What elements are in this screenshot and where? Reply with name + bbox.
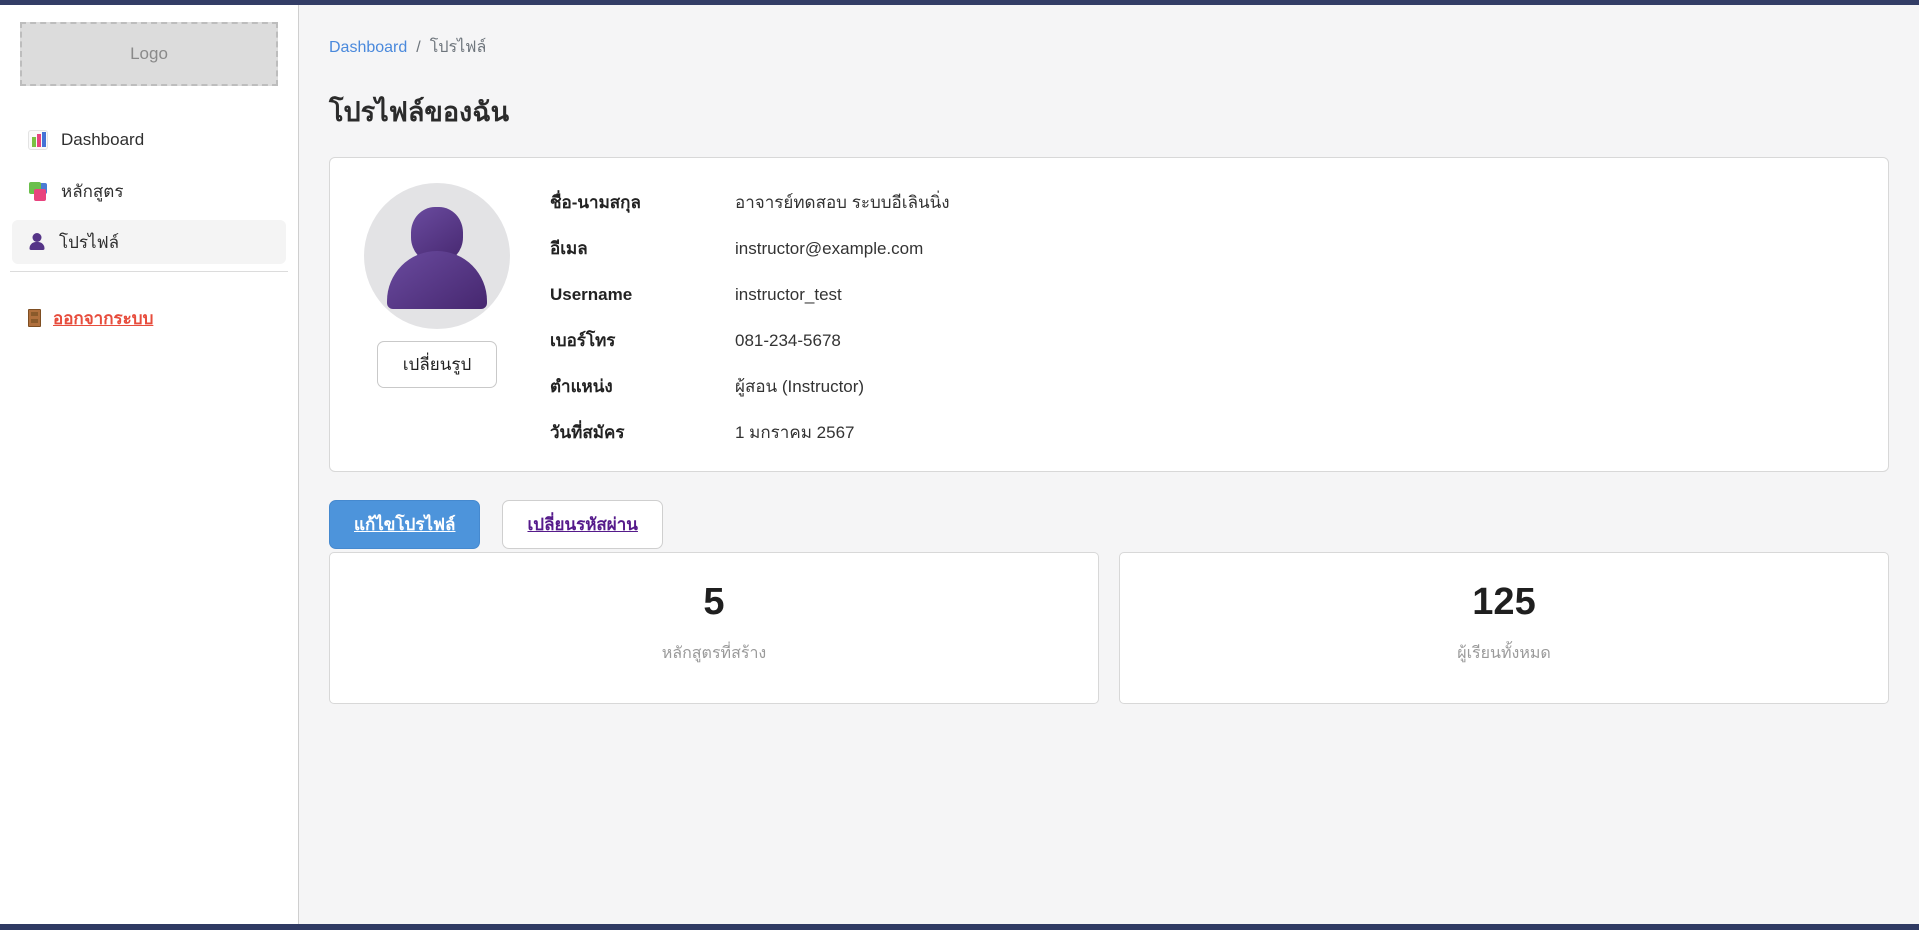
stat-value: 125 [1120, 581, 1888, 624]
person-icon [28, 233, 46, 251]
sidebar-nav: Dashboard หลักสูตร โปรไฟล์ [12, 118, 286, 264]
change-password-button[interactable]: เปลี่ยนรหัสผ่าน [502, 500, 662, 549]
field-value: instructor@example.com [735, 239, 923, 259]
profile-card: เปลี่ยนรูป ชื่อ-นามสกุล อาจารย์ทดสอบ ระบ… [329, 157, 1889, 472]
field-value: อาจารย์ทดสอบ ระบบอีเลินนิ่ง [735, 193, 950, 213]
sidebar-item-courses[interactable]: หลักสูตร [12, 169, 286, 213]
door-icon [28, 309, 41, 327]
field-row-name: ชื่อ-นามสกุล อาจารย์ทดสอบ ระบบอีเลินนิ่ง [550, 193, 1858, 213]
field-value: 081-234-5678 [735, 331, 841, 351]
sidebar-item-label: โปรไฟล์ [59, 229, 119, 256]
field-row-email: อีเมล instructor@example.com [550, 239, 1858, 259]
main-content: Dashboard / โปรไฟล์ โปรไฟล์ของฉัน เปลี่ย… [299, 5, 1919, 924]
stat-label: ผู้เรียนทั้งหมด [1120, 641, 1888, 666]
field-value: instructor_test [735, 285, 842, 305]
breadcrumb-dashboard-link[interactable]: Dashboard [329, 39, 407, 57]
field-label: วันที่สมัคร [550, 423, 735, 443]
logout-link[interactable]: ออกจากระบบ [12, 298, 286, 338]
logo-placeholder: Logo [20, 22, 278, 86]
stat-card-total-learners: 125 ผู้เรียนทั้งหมด [1119, 552, 1889, 704]
courses-icon [28, 181, 48, 201]
field-row-phone: เบอร์โทร 081-234-5678 [550, 331, 1858, 351]
stat-label: หลักสูตรที่สร้าง [330, 641, 1098, 666]
sidebar-item-dashboard[interactable]: Dashboard [12, 118, 286, 162]
logo-text: Logo [130, 44, 168, 64]
breadcrumb-separator: / [416, 39, 420, 57]
avatar-column: เปลี่ยนรูป [352, 183, 522, 443]
logout-label: ออกจากระบบ [53, 305, 153, 332]
bottom-accent-bar [0, 924, 1919, 930]
profile-fields: ชื่อ-นามสกุล อาจารย์ทดสอบ ระบบอีเลินนิ่ง… [550, 183, 1858, 443]
breadcrumb: Dashboard / โปรไฟล์ [329, 35, 1889, 60]
edit-profile-button[interactable]: แก้ไขโปรไฟล์ [329, 500, 480, 549]
field-label: ตำแหน่ง [550, 377, 735, 397]
sidebar: Logo Dashboard หลักสูตร โปรไฟล์ ออกจากระ… [0, 5, 299, 924]
field-label: Username [550, 285, 735, 305]
page-layout: Logo Dashboard หลักสูตร โปรไฟล์ ออกจากระ… [0, 5, 1919, 924]
page-title: โปรไฟล์ของฉัน [329, 90, 1889, 133]
field-label: อีเมล [550, 239, 735, 259]
field-row-position: ตำแหน่ง ผู้สอน (Instructor) [550, 377, 1858, 397]
field-value: ผู้สอน (Instructor) [735, 377, 864, 397]
stat-card-courses-created: 5 หลักสูตรที่สร้าง [329, 552, 1099, 704]
breadcrumb-current: โปรไฟล์ [430, 35, 487, 60]
field-label: ชื่อ-นามสกุล [550, 193, 735, 213]
change-photo-button[interactable]: เปลี่ยนรูป [377, 341, 498, 388]
stats-row: 5 หลักสูตรที่สร้าง 125 ผู้เรียนทั้งหมด [329, 552, 1889, 704]
field-label: เบอร์โทร [550, 331, 735, 351]
sidebar-divider [10, 271, 288, 272]
sidebar-item-label: Dashboard [61, 130, 144, 150]
bar-chart-icon [28, 130, 48, 150]
avatar-silhouette-body [387, 251, 487, 309]
profile-actions: แก้ไขโปรไฟล์ เปลี่ยนรหัสผ่าน [329, 500, 1889, 549]
field-value: 1 มกราคม 2567 [735, 423, 854, 443]
field-row-username: Username instructor_test [550, 285, 1858, 305]
avatar [364, 183, 510, 329]
stat-value: 5 [330, 581, 1098, 624]
field-row-register-date: วันที่สมัคร 1 มกราคม 2567 [550, 423, 1858, 443]
sidebar-item-profile[interactable]: โปรไฟล์ [12, 220, 286, 264]
sidebar-item-label: หลักสูตร [61, 178, 123, 205]
